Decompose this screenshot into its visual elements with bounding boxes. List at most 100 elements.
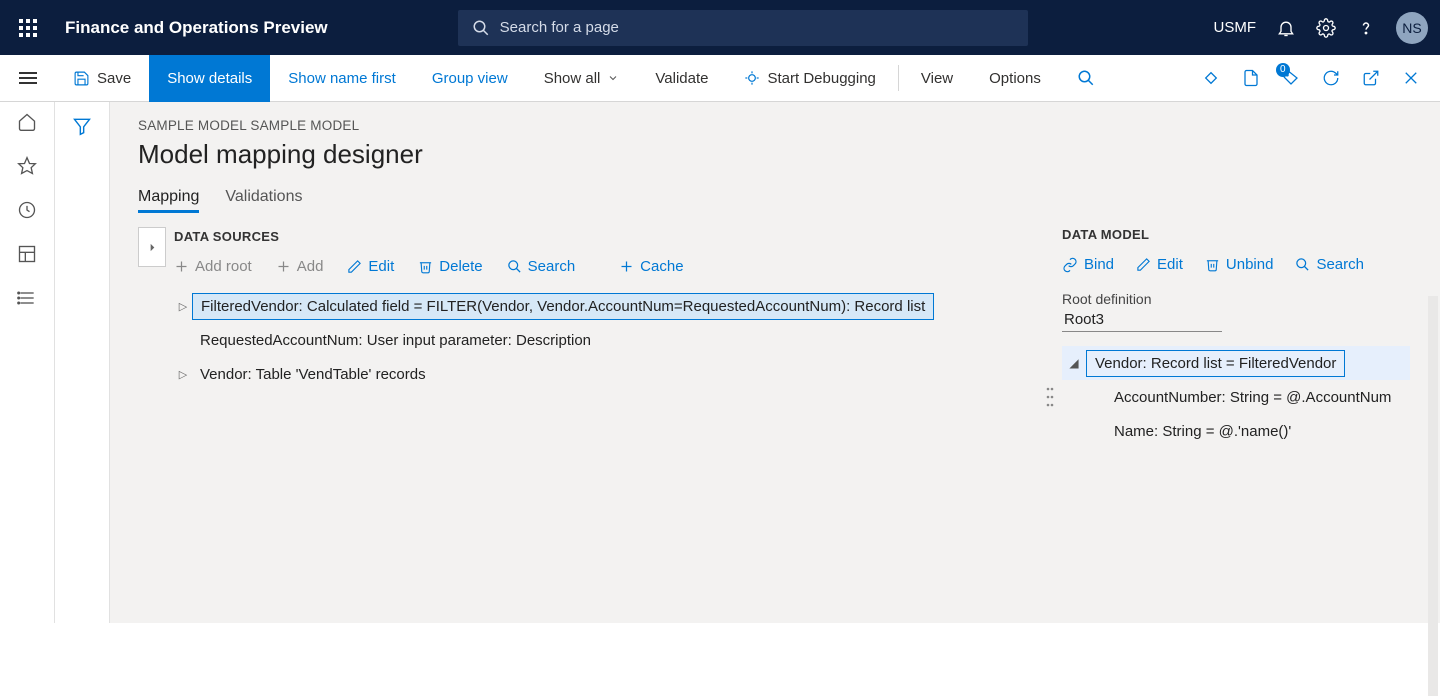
related-button[interactable] <box>1202 69 1220 87</box>
save-icon <box>73 70 90 87</box>
chevron-down-icon <box>607 72 619 84</box>
nav-home[interactable] <box>17 112 37 132</box>
dm-node-label: Name: String = @.'name()' <box>1106 419 1299 444</box>
separator <box>898 65 899 91</box>
filter-rail <box>55 102 110 623</box>
chevron-right-icon <box>147 242 158 253</box>
star-icon <box>17 156 37 176</box>
left-nav-rail <box>0 102 55 623</box>
find-button[interactable] <box>1059 55 1113 102</box>
settings-button[interactable] <box>1316 18 1336 38</box>
clock-icon <box>17 200 37 220</box>
refresh-button[interactable] <box>1322 69 1340 87</box>
filter-button[interactable] <box>72 116 92 623</box>
dm-row-accountnumber[interactable]: AccountNumber: String = @.AccountNum <box>1062 380 1410 414</box>
workspace: DATA SOURCES Add root Add Edit Delete Se… <box>138 227 1440 607</box>
messages-button[interactable]: 0 <box>1282 69 1300 87</box>
bind-button[interactable]: Bind <box>1062 256 1114 273</box>
data-sources-header: DATA SOURCES <box>174 227 1038 244</box>
page-title: Model mapping designer <box>138 139 1440 170</box>
app-title: Finance and Operations Preview <box>65 18 328 38</box>
app-launcher-button[interactable] <box>0 0 55 55</box>
help-button[interactable] <box>1356 18 1376 38</box>
delete-button[interactable]: Delete <box>418 258 482 275</box>
splitter-handle[interactable] <box>1038 377 1062 417</box>
tab-mapping[interactable]: Mapping <box>138 188 199 213</box>
notifications-button[interactable] <box>1276 18 1296 38</box>
plus-icon <box>174 259 189 274</box>
plus-icon <box>619 259 634 274</box>
close-button[interactable] <box>1402 69 1420 87</box>
view-button[interactable]: View <box>903 55 971 102</box>
collapse-tab[interactable] <box>138 227 166 267</box>
close-icon <box>1402 69 1420 87</box>
validate-button[interactable]: Validate <box>637 55 726 102</box>
tree-node-label: FilteredVendor: Calculated field = FILTE… <box>192 293 934 320</box>
tree-row-filteredvendor[interactable]: ▷ FilteredVendor: Calculated field = FIL… <box>174 289 1038 323</box>
search-icon <box>472 19 490 37</box>
add-button[interactable]: Add <box>276 258 324 275</box>
dm-node-label: AccountNumber: String = @.AccountNum <box>1106 385 1399 410</box>
nav-favorites[interactable] <box>17 156 37 176</box>
vertical-scrollbar[interactable] <box>1428 296 1438 696</box>
expand-caret[interactable]: ▷ <box>174 300 192 313</box>
collapse-caret[interactable]: ◢ <box>1062 356 1086 370</box>
group-view-button[interactable]: Group view <box>414 55 526 102</box>
nav-workspaces[interactable] <box>17 244 37 264</box>
funnel-icon <box>72 116 92 136</box>
nav-modules[interactable] <box>17 288 37 308</box>
search-icon <box>1077 69 1095 87</box>
nav-recent[interactable] <box>17 200 37 220</box>
search-button[interactable]: Search <box>507 258 576 275</box>
grip-icon <box>1046 386 1054 408</box>
popout-button[interactable] <box>1362 69 1380 87</box>
data-model-header: DATA MODEL <box>1062 227 1410 242</box>
waffle-icon <box>19 19 37 37</box>
options-button[interactable]: Options <box>971 55 1059 102</box>
data-sources-panel: DATA SOURCES Add root Add Edit Delete Se… <box>138 227 1038 607</box>
show-details-button[interactable]: Show details <box>149 55 270 102</box>
dm-row-name[interactable]: Name: String = @.'name()' <box>1062 414 1410 448</box>
user-avatar[interactable]: NS <box>1396 12 1428 44</box>
debug-icon <box>744 70 760 86</box>
dm-search-button[interactable]: Search <box>1295 256 1364 273</box>
data-sources-toolbar: Add root Add Edit Delete Search Cache <box>174 258 1038 275</box>
data-model-tree: ◢ Vendor: Record list = FilteredVendor A… <box>1062 346 1410 448</box>
grid-icon <box>17 244 37 264</box>
company-code[interactable]: USMF <box>1214 19 1257 36</box>
bell-icon <box>1276 18 1296 38</box>
command-bar-right: 0 <box>1202 69 1430 87</box>
topbar-right: USMF NS <box>1214 12 1440 44</box>
command-bar: Save Show details Show name first Group … <box>0 55 1440 102</box>
popout-icon <box>1362 69 1380 87</box>
list-icon <box>17 288 37 308</box>
expand-caret[interactable]: ▷ <box>174 368 192 381</box>
breadcrumb: SAMPLE MODEL SAMPLE MODEL <box>138 118 1440 133</box>
save-label: Save <box>97 70 131 87</box>
start-debugging-button[interactable]: Start Debugging <box>726 55 893 102</box>
add-root-button[interactable]: Add root <box>174 258 252 275</box>
badge-count: 0 <box>1276 63 1290 77</box>
search-icon <box>507 259 522 274</box>
edit-button[interactable]: Edit <box>347 258 394 275</box>
global-search-input[interactable]: Search for a page <box>458 10 1028 46</box>
cache-button[interactable]: Cache <box>619 258 683 275</box>
attachments-button[interactable] <box>1242 69 1260 87</box>
unbind-button[interactable]: Unbind <box>1205 256 1274 273</box>
menu-toggle-button[interactable] <box>0 77 55 79</box>
show-name-first-button[interactable]: Show name first <box>270 55 414 102</box>
tab-validations[interactable]: Validations <box>225 188 302 213</box>
pencil-icon <box>347 259 362 274</box>
pencil-icon <box>1136 257 1151 272</box>
show-all-dropdown[interactable]: Show all <box>526 55 638 102</box>
tree-row-requestedaccountnum[interactable]: RequestedAccountNum: User input paramete… <box>174 323 1038 357</box>
tab-row: Mapping Validations <box>138 188 1440 213</box>
root-definition-field[interactable]: Root3 <box>1062 309 1222 332</box>
save-button[interactable]: Save <box>55 55 149 102</box>
home-icon <box>17 112 37 132</box>
question-icon <box>1356 18 1376 38</box>
dm-row-vendor[interactable]: ◢ Vendor: Record list = FilteredVendor <box>1062 346 1410 380</box>
tree-row-vendor[interactable]: ▷ Vendor: Table 'VendTable' records <box>174 357 1038 391</box>
dm-edit-button[interactable]: Edit <box>1136 256 1183 273</box>
tree-node-label: RequestedAccountNum: User input paramete… <box>192 328 599 353</box>
